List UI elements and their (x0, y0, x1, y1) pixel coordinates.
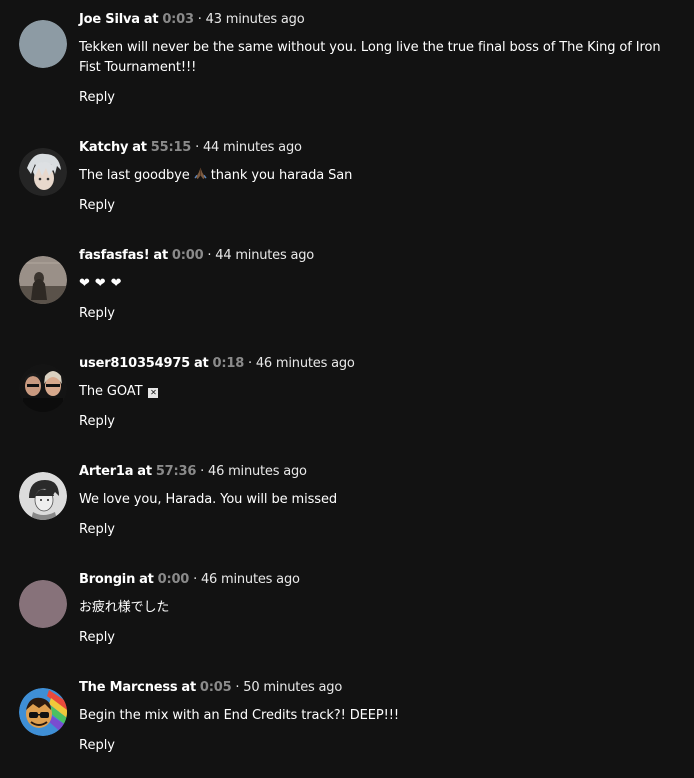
comment-username[interactable]: fasfasfas! (79, 248, 150, 263)
comment-username[interactable]: The Marcness (79, 680, 178, 695)
at-label: at (143, 12, 159, 27)
comment-timestamp[interactable]: 0:00 (172, 248, 204, 263)
comment-timestamp[interactable]: 0:03 (162, 12, 194, 27)
at-label: at (137, 464, 152, 479)
comment-timestamp[interactable]: 0:05 (200, 680, 232, 695)
avatar[interactable] (19, 256, 67, 304)
avatar-image (19, 20, 67, 68)
comment-time-ago: · 46 minutes ago (193, 572, 300, 587)
comment-item: Katchy at 55:15 · 44 minutes ago The las… (0, 138, 694, 238)
comment-time-ago: · 46 minutes ago (247, 356, 355, 371)
at-label: at (132, 140, 147, 155)
comment-username[interactable]: Joe Silva (79, 12, 140, 27)
comment-header: fasfasfas! at 0:00 · 44 minutes ago (79, 246, 314, 266)
comment-text: お疲れ様でした (79, 600, 170, 615)
comment-timestamp[interactable]: 0:18 (213, 356, 245, 371)
comment-time-ago: · 43 minutes ago (197, 12, 305, 27)
comment-time-ago: · 50 minutes ago (235, 680, 343, 695)
comment-timestamp[interactable]: 0:00 (158, 572, 190, 587)
comment-header: Brongin at 0:00 · 46 minutes ago (79, 570, 300, 590)
at-label: at (193, 356, 209, 371)
comment-text: Begin the mix with an End Credits track?… (79, 708, 399, 723)
heart-icon: ❤ (79, 276, 90, 291)
avatar[interactable] (19, 20, 67, 68)
comment-header: Arter1a at 57:36 · 46 minutes ago (79, 462, 307, 482)
comment-header: Katchy at 55:15 · 44 minutes ago (79, 138, 302, 158)
comment-time-ago: · 44 minutes ago (207, 248, 315, 263)
comment-item: fasfasfas! at 0:00 · 44 minutes ago ❤ ❤ ❤ … (0, 246, 694, 346)
comment-username[interactable]: Brongin (79, 572, 135, 587)
at-label: at (153, 248, 168, 263)
comment-username[interactable]: Arter1a (79, 464, 134, 479)
comment-header: Joe Silva at 0:03 · 43 minutes ago (79, 10, 305, 30)
avatar-image (19, 148, 67, 196)
reply-button[interactable]: Reply (79, 304, 115, 324)
reply-button[interactable]: Reply (79, 88, 115, 108)
reply-button[interactable]: Reply (79, 520, 115, 540)
heart-icon: ❤ (110, 276, 122, 291)
heart-icon: ❤ (94, 276, 106, 291)
avatar[interactable] (19, 148, 67, 196)
reply-button[interactable]: Reply (79, 628, 115, 648)
reply-button[interactable]: Reply (79, 412, 115, 432)
comments-list: Joe Silva at 0:03 · 43 minutes ago Tekke… (0, 0, 694, 766)
comment-text: ❤ ❤ ❤ (79, 274, 679, 294)
comment-username[interactable]: Katchy (79, 140, 128, 155)
comment-text-part: The GOAT (79, 384, 143, 399)
at-label: at (181, 680, 196, 695)
comment-text: The last goodbye thank you harada San (79, 166, 679, 186)
comment-time-ago: · 46 minutes ago (200, 464, 307, 479)
avatar[interactable] (19, 580, 67, 628)
avatar-image (19, 580, 67, 628)
comment-text-part: The last goodbye (79, 168, 190, 183)
reply-button[interactable]: Reply (79, 736, 115, 756)
comment-item: user810354975 at 0:18 · 46 minutes ago T… (0, 354, 694, 454)
comment-item: Brongin at 0:00 · 46 minutes ago お疲れ様でした… (0, 570, 694, 670)
folded-hands-icon (194, 167, 207, 180)
comment-item: Arter1a at 57:36 · 46 minutes ago We lov… (0, 462, 694, 562)
comment-timestamp[interactable]: 55:15 (151, 140, 192, 155)
comment-header: user810354975 at 0:18 · 46 minutes ago (79, 354, 355, 374)
reply-button[interactable]: Reply (79, 196, 115, 216)
comment-item: Joe Silva at 0:03 · 43 minutes ago Tekke… (0, 10, 694, 110)
at-label: at (139, 572, 154, 587)
comment-timestamp[interactable]: 57:36 (156, 464, 197, 479)
avatar-image (19, 688, 67, 736)
comment-text: We love you, Harada. You will be missed (79, 492, 337, 507)
avatar-image (19, 364, 67, 412)
missing-glyph-icon: ✕ (148, 388, 159, 398)
comment-text: The GOAT ✕ (79, 382, 679, 402)
avatar-image (19, 472, 67, 520)
comment-header: The Marcness at 0:05 · 50 minutes ago (79, 678, 342, 698)
avatar[interactable] (19, 472, 67, 520)
avatar-image (19, 256, 67, 304)
comment-item: The Marcness at 0:05 · 50 minutes ago Be… (0, 678, 694, 778)
comment-text: Tekken will never be the same without yo… (79, 40, 661, 75)
comment-text-part: thank you harada San (210, 168, 353, 183)
avatar[interactable] (19, 688, 67, 736)
comment-time-ago: · 44 minutes ago (195, 140, 302, 155)
comment-username[interactable]: user810354975 (79, 356, 190, 371)
avatar[interactable] (19, 364, 67, 412)
